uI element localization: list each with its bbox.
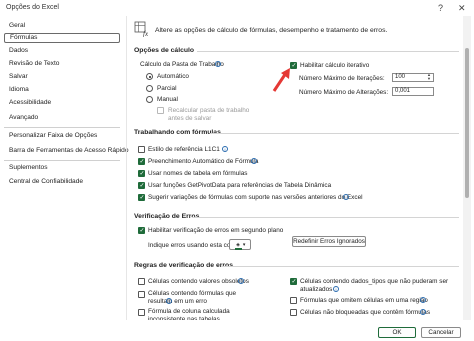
datatypes-checkbox[interactable] (290, 278, 297, 285)
table-names-label: Usar nomes de tabela em fórmulas (148, 170, 248, 177)
radio-automatico-label: Automático (157, 73, 189, 80)
datatypes-label: Células contendo dados_tipos que não pud… (300, 278, 449, 293)
sidebar-item-central[interactable]: Central de Confiabilidade (4, 177, 120, 187)
errors-section-title: Verificação de Erros (134, 213, 200, 220)
getpivotdata-label: Usar funções GetPivotData para referênci… (148, 182, 332, 189)
cancel-button[interactable]: Cancelar (421, 327, 461, 338)
r1c1-label: Estilo de referência L1C1 (148, 146, 220, 153)
header-text: Altere as opções de cálculo de fórmulas,… (155, 27, 388, 34)
info-icon[interactable]: i (222, 146, 228, 152)
omit-cells-label: Fórmulas que omitem células em uma regiã… (300, 297, 428, 304)
r1c1-checkbox[interactable] (138, 146, 145, 153)
error-color-label: Indique erros usando esta cor: (148, 242, 235, 249)
sidebar-item-suplementos[interactable]: Suplementos (4, 163, 120, 173)
iterative-label: Habilitar cálculo iterativo (300, 62, 370, 69)
recalc-checkbox[interactable] (157, 107, 164, 114)
info-icon[interactable]: i (166, 298, 172, 304)
info-icon[interactable]: i (251, 158, 257, 164)
unlocked-cells-checkbox[interactable] (290, 309, 297, 316)
formula-options-icon: fx (134, 21, 150, 38)
radio-automatico[interactable] (146, 73, 153, 80)
spinner-icon[interactable]: ▲ ▼ (427, 73, 433, 82)
omit-cells-checkbox[interactable] (290, 297, 297, 304)
sidebar-border (126, 16, 127, 341)
close-icon[interactable]: ✕ (458, 3, 466, 14)
unlocked-cells-label: Células não bloqueadas que contêm fórmul… (300, 309, 431, 316)
max-change-label: Número Máximo de Alterações: (299, 89, 389, 96)
formula-errors-label: Células contendo fórmulas que resultam e… (148, 290, 237, 305)
radio-manual-label: Manual (157, 96, 178, 103)
radio-parcial[interactable] (146, 85, 153, 92)
inconsistent-column-checkbox[interactable] (138, 309, 145, 316)
info-icon[interactable]: i (420, 297, 426, 303)
section-divider (210, 133, 459, 134)
error-color-picker[interactable]: ◈ ▾ (229, 239, 251, 250)
window-title: Opções do Excel (6, 4, 59, 11)
fill-color-icon: ◈ (234, 242, 242, 250)
info-icon[interactable]: i (215, 61, 221, 67)
sidebar-item-salvar[interactable]: Salvar (4, 72, 120, 82)
section-divider (197, 51, 459, 52)
rules-section-title: Regras de verificação de erros (134, 262, 233, 269)
max-iterations-label: Número Máximo de Iterações: (299, 75, 385, 82)
enable-error-check-label: Habilitar verificação de erros em segund… (148, 227, 284, 234)
max-change-input[interactable]: 0,001 (392, 87, 434, 96)
section-divider (222, 266, 459, 267)
suggest-variations-checkbox[interactable] (138, 194, 145, 201)
section-divider (192, 217, 459, 218)
svg-text:fx: fx (143, 30, 149, 37)
obsolete-values-checkbox[interactable] (138, 278, 145, 285)
autocomplete-checkbox[interactable] (138, 158, 145, 165)
radio-manual[interactable] (146, 96, 153, 103)
formula-errors-checkbox[interactable] (138, 291, 145, 298)
working-section-title: Trabalhando com fórmulas (134, 129, 221, 136)
title-bar (0, 0, 474, 16)
enable-error-check-checkbox[interactable] (138, 227, 145, 234)
iterative-checkbox[interactable] (290, 62, 297, 69)
sidebar-item-acesso-rapido[interactable]: Barra de Ferramentas de Acesso Rápido (4, 146, 128, 156)
calc-section-title: Opções de cálculo (134, 47, 195, 54)
help-icon[interactable]: ? (438, 3, 443, 13)
sidebar-item-acessibilidade[interactable]: Acessibilidade (4, 98, 120, 108)
sidebar-item-idioma[interactable]: Idioma (4, 85, 120, 95)
obsolete-values-label: Células contendo valores obsoletos (148, 278, 249, 285)
info-icon[interactable]: i (238, 278, 244, 284)
red-arrow-annotation (272, 67, 292, 93)
info-icon[interactable]: i (420, 309, 426, 315)
recalc-label: Recalcular pasta de trabalho antes de sa… (168, 107, 250, 122)
chevron-down-icon: ▾ (241, 242, 246, 248)
sidebar-item-formulas[interactable]: Fórmulas (4, 33, 120, 43)
radio-parcial-label: Parcial (157, 85, 177, 92)
autocomplete-label: Preenchimento Automático de Fórmula (148, 158, 259, 165)
sidebar-divider (4, 127, 120, 128)
ok-button[interactable]: OK (378, 327, 416, 338)
scrollbar-thumb[interactable] (465, 48, 469, 198)
sidebar-divider (4, 160, 120, 161)
sidebar-item-dados[interactable]: Dados (4, 46, 120, 56)
getpivotdata-checkbox[interactable] (138, 182, 145, 189)
sidebar-item-revisao[interactable]: Revisão de Texto (4, 59, 120, 69)
sidebar-item-geral[interactable]: Geral (4, 21, 120, 31)
info-icon[interactable]: i (333, 286, 339, 292)
info-icon[interactable]: i (343, 194, 349, 200)
table-names-checkbox[interactable] (138, 170, 145, 177)
workbook-calc-label: Cálculo da Pasta de Trabalho (140, 61, 224, 68)
sidebar-item-faixa[interactable]: Personalizar Faixa de Opções (4, 131, 120, 141)
suggest-variations-label: Sugerir variações de fórmulas com suport… (148, 194, 363, 201)
reset-ignored-errors-button[interactable]: Redefinir Erros Ignorados (292, 236, 366, 247)
sidebar-item-avancado[interactable]: Avançado (4, 113, 120, 123)
